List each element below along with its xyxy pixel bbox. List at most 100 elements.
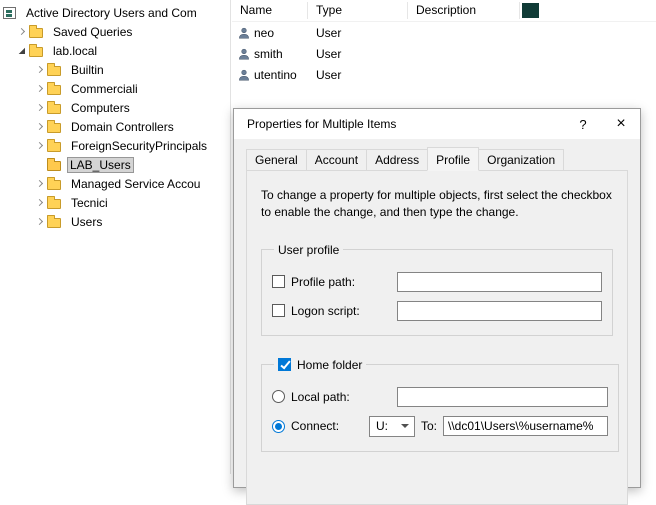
user-icon	[238, 48, 250, 60]
tab-account[interactable]: Account	[306, 149, 367, 171]
chevron-right-icon[interactable]	[32, 195, 47, 210]
folder-icon	[47, 123, 61, 133]
user-icon	[238, 27, 250, 39]
chevron-right-icon[interactable]	[32, 100, 47, 115]
tree-item-label: Active Directory Users and Com	[22, 4, 201, 22]
user-profile-group-label: User profile	[274, 243, 343, 257]
user-name: utentino	[254, 68, 297, 82]
tree-item-label: Builtin	[67, 61, 108, 79]
folder-icon	[47, 142, 61, 152]
user-type: User	[308, 68, 408, 82]
to-label: To:	[421, 419, 437, 433]
local-path-row: Local path:	[272, 387, 608, 407]
logon-script-checkbox[interactable]	[272, 304, 285, 317]
chevron-down-icon[interactable]	[14, 43, 29, 58]
properties-dialog: Properties for Multiple Items ? × Genera…	[233, 108, 641, 488]
tree-item-lab-users[interactable]: LAB_Users	[0, 155, 230, 174]
drive-letter-dropdown[interactable]: U:	[369, 416, 415, 437]
local-path-radio[interactable]	[272, 390, 285, 403]
user-name: neo	[254, 26, 274, 40]
chevron-right-icon[interactable]	[32, 119, 47, 134]
dialog-description: To change a property for multiple object…	[261, 187, 613, 221]
console-tree: Active Directory Users and Com Saved Que…	[0, 0, 231, 474]
user-type: User	[308, 47, 408, 61]
tree-item-tecnici[interactable]: Tecnici	[0, 193, 230, 212]
tree-item-lab-local[interactable]: lab.local	[0, 41, 230, 60]
connect-row: Connect: U: To:	[272, 416, 608, 437]
local-path-input[interactable]	[397, 387, 608, 407]
home-folder-label: Home folder	[297, 358, 362, 372]
logon-script-input[interactable]	[397, 301, 602, 321]
help-button[interactable]: ?	[564, 109, 602, 139]
home-folder-group: Home folder Local path: Connect: U: To:	[261, 358, 619, 452]
column-header-type[interactable]: Type	[308, 2, 408, 19]
dialog-title: Properties for Multiple Items	[234, 117, 564, 131]
tree-item-label: Users	[67, 213, 106, 231]
column-header-description[interactable]: Description	[408, 2, 520, 19]
tree-item-domain-controllers[interactable]: Domain Controllers	[0, 117, 230, 136]
tree-item-label: Managed Service Accou	[67, 175, 204, 193]
profile-path-checkbox[interactable]	[272, 275, 285, 288]
tab-address[interactable]: Address	[366, 149, 428, 171]
chevron-right-icon[interactable]	[32, 214, 47, 229]
tree-item-managed-service-accounts[interactable]: Managed Service Accou	[0, 174, 230, 193]
tree-item-root[interactable]: Active Directory Users and Com	[0, 3, 230, 22]
folder-icon	[47, 104, 61, 114]
tab-general[interactable]: General	[246, 149, 307, 171]
list-header: Name Type Description	[232, 0, 656, 22]
tree-item-saved-queries[interactable]: Saved Queries	[0, 22, 230, 41]
tree-item-users[interactable]: Users	[0, 212, 230, 231]
tree-item-label: Saved Queries	[49, 23, 136, 41]
logon-script-row: Logon script:	[272, 301, 602, 321]
connect-label: Connect:	[291, 419, 363, 433]
connect-path-input[interactable]	[443, 416, 608, 436]
column-header-name[interactable]: Name	[232, 2, 308, 19]
tree-item-label: LAB_Users	[67, 157, 134, 173]
folder-icon	[47, 66, 61, 76]
chevron-right-icon[interactable]	[32, 138, 47, 153]
logon-script-label: Logon script:	[291, 304, 391, 318]
profile-path-input[interactable]	[397, 272, 602, 292]
tree-item-computers[interactable]: Computers	[0, 98, 230, 117]
domain-icon	[29, 47, 43, 57]
chevron-right-icon[interactable]	[32, 157, 47, 172]
console-dark-icon	[522, 3, 539, 18]
tab-organization[interactable]: Organization	[478, 149, 564, 171]
chevron-down-icon	[401, 424, 409, 428]
folder-icon	[47, 199, 61, 209]
connect-radio[interactable]	[272, 420, 285, 433]
profile-path-label: Profile path:	[291, 275, 391, 289]
profile-tab-page: To change a property for multiple object…	[246, 170, 628, 505]
tree-item-label: Computers	[67, 99, 134, 117]
user-name: smith	[254, 47, 283, 61]
chevron-right-icon[interactable]	[32, 62, 47, 77]
folder-icon	[29, 28, 43, 38]
folder-icon	[47, 85, 61, 95]
tree-item-label: Domain Controllers	[67, 118, 178, 136]
user-icon	[238, 69, 250, 81]
active-directory-icon	[3, 7, 16, 19]
dialog-titlebar[interactable]: Properties for Multiple Items ? ×	[234, 109, 640, 139]
tree-item-label: Tecnici	[67, 194, 112, 212]
folder-icon	[47, 180, 61, 190]
tree-item-label: ForeignSecurityPrincipals	[67, 137, 211, 155]
close-button[interactable]: ×	[602, 109, 640, 139]
tree-item-label: Commerciali	[67, 80, 142, 98]
chevron-right-icon[interactable]	[32, 81, 47, 96]
home-folder-group-legend: Home folder	[274, 358, 366, 372]
tab-profile[interactable]: Profile	[427, 147, 479, 171]
list-item-utentino[interactable]: utentino User	[232, 64, 656, 85]
list-item-smith[interactable]: smith User	[232, 43, 656, 64]
profile-path-row: Profile path:	[272, 272, 602, 292]
chevron-right-icon[interactable]	[32, 176, 47, 191]
user-profile-group: User profile Profile path: Logon script:	[261, 243, 613, 336]
drive-letter-value: U:	[376, 419, 388, 433]
user-type: User	[308, 26, 408, 40]
home-folder-checkbox[interactable]	[278, 358, 291, 371]
list-item-neo[interactable]: neo User	[232, 22, 656, 43]
chevron-right-icon[interactable]	[14, 24, 29, 39]
tree-item-builtin[interactable]: Builtin	[0, 60, 230, 79]
tree-item-commerciali[interactable]: Commerciali	[0, 79, 230, 98]
tree-item-foreign-security-principals[interactable]: ForeignSecurityPrincipals	[0, 136, 230, 155]
tree-item-label: lab.local	[49, 42, 101, 60]
